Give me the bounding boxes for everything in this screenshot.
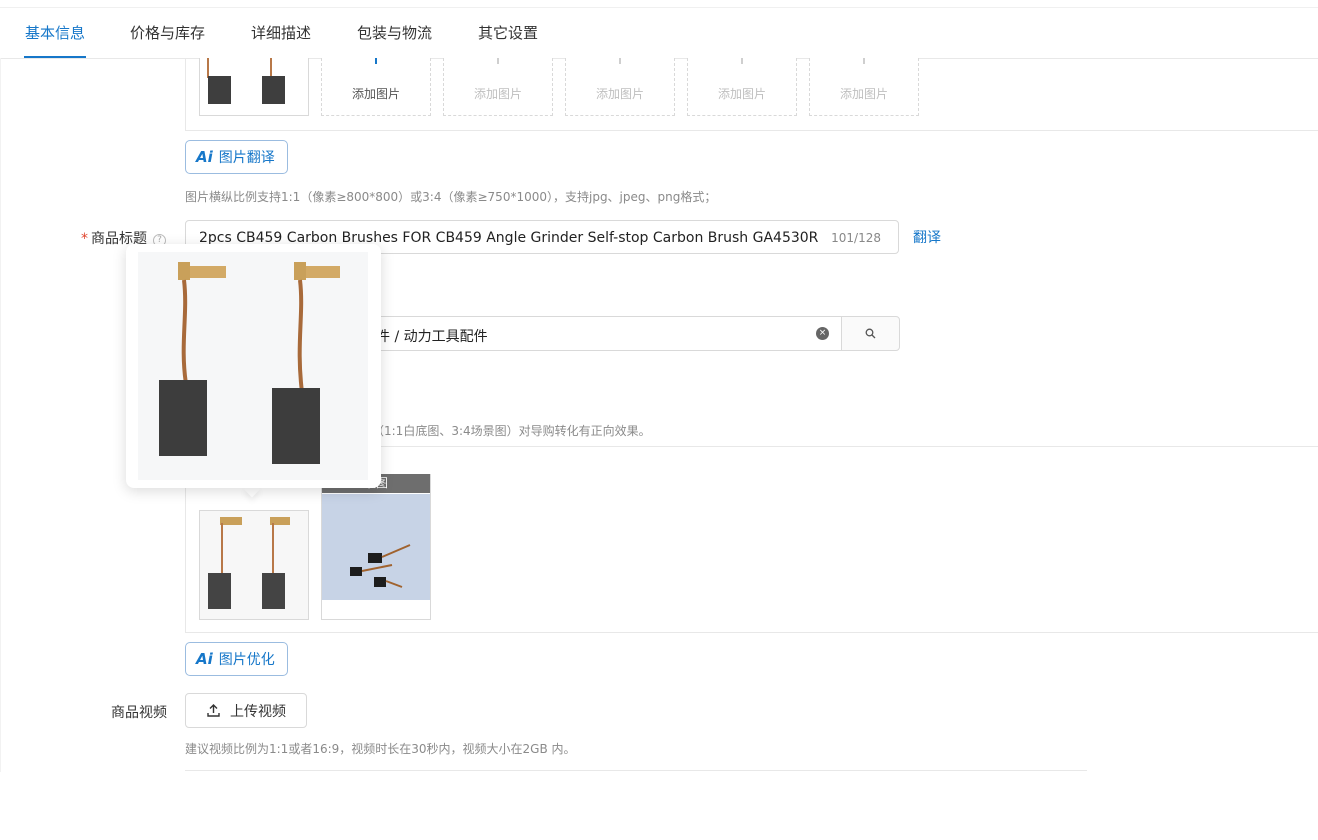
video-hint: 建议视频比例为1:1或者16:9，视频时长在30秒内，视频大小在2GB 内。 xyxy=(185,742,576,756)
carbon-brush-preview-image xyxy=(138,252,368,480)
scene-image xyxy=(322,494,430,619)
image-translate-label: 图片翻译 xyxy=(218,150,275,166)
upload-video-label: 上传视频 xyxy=(230,703,286,720)
scene-image-thumb[interactable] xyxy=(321,474,431,620)
image-optimize-label: 图片优化 xyxy=(218,652,275,668)
tab-basic-info[interactable]: 基本信息 xyxy=(25,22,85,43)
image-panel-divider xyxy=(185,130,1318,131)
translate-link[interactable]: 翻译 xyxy=(913,227,941,247)
carbon-brush-image xyxy=(207,58,285,104)
image-optimize-button[interactable]: Ai 图片优化 xyxy=(185,642,288,676)
ai-icon: Ai xyxy=(196,650,213,668)
add-image-slot[interactable]: 添加图片 xyxy=(565,58,675,116)
add-image-slot[interactable]: 添加图片 xyxy=(321,58,431,116)
plus-icon xyxy=(497,58,499,64)
add-image-slot[interactable]: 添加图片 xyxy=(809,58,919,116)
white-bg-image-thumb[interactable] xyxy=(199,510,309,620)
upload-video-button[interactable]: 上传视频 xyxy=(185,693,307,728)
ai-icon: Ai xyxy=(196,148,213,166)
category-value: 件 / 动力工具配件 xyxy=(376,329,488,345)
page-bottom xyxy=(0,772,1318,840)
image-spec-hint: 图片横纵比例支持1:1（像素≥800*800）或3:4（像素≥750*1000）… xyxy=(185,190,717,204)
image-preview-popover xyxy=(126,244,381,488)
tab-bar: 基本信息 价格与库存 详细描述 包装与物流 其它设置 xyxy=(0,7,1318,59)
title-char-counter: 101/128 xyxy=(831,231,881,245)
add-image-slot[interactable]: 添加图片 xyxy=(687,58,797,116)
tab-description[interactable]: 详细描述 xyxy=(251,22,311,43)
image-panel-border xyxy=(185,58,186,131)
video-label: 商品视频 xyxy=(111,705,167,721)
tab-other-settings[interactable]: 其它设置 xyxy=(478,22,538,43)
plus-icon xyxy=(619,58,621,64)
marketing-panel-bottom xyxy=(185,632,1318,633)
tab-price-stock[interactable]: 价格与库存 xyxy=(130,22,205,43)
category-search-button[interactable] xyxy=(841,316,900,351)
required-mark: * xyxy=(81,231,88,247)
upload-icon xyxy=(207,704,220,717)
clear-icon[interactable]: × xyxy=(816,327,829,340)
carbon-brush-image xyxy=(200,511,308,619)
main-image-thumb[interactable] xyxy=(199,58,309,116)
video-panel-top xyxy=(185,770,1087,771)
plus-icon xyxy=(863,58,865,64)
marketing-image-hint: （1:1白底图、3:4场景图）对导购转化有正向效果。 xyxy=(372,424,651,438)
plus-icon xyxy=(375,58,377,64)
image-translate-button[interactable]: Ai 图片翻译 xyxy=(185,140,288,174)
add-image-slot[interactable]: 添加图片 xyxy=(443,58,553,116)
search-icon xyxy=(865,328,876,339)
tab-packaging-logistics[interactable]: 包装与物流 xyxy=(357,22,432,43)
plus-icon xyxy=(741,58,743,64)
